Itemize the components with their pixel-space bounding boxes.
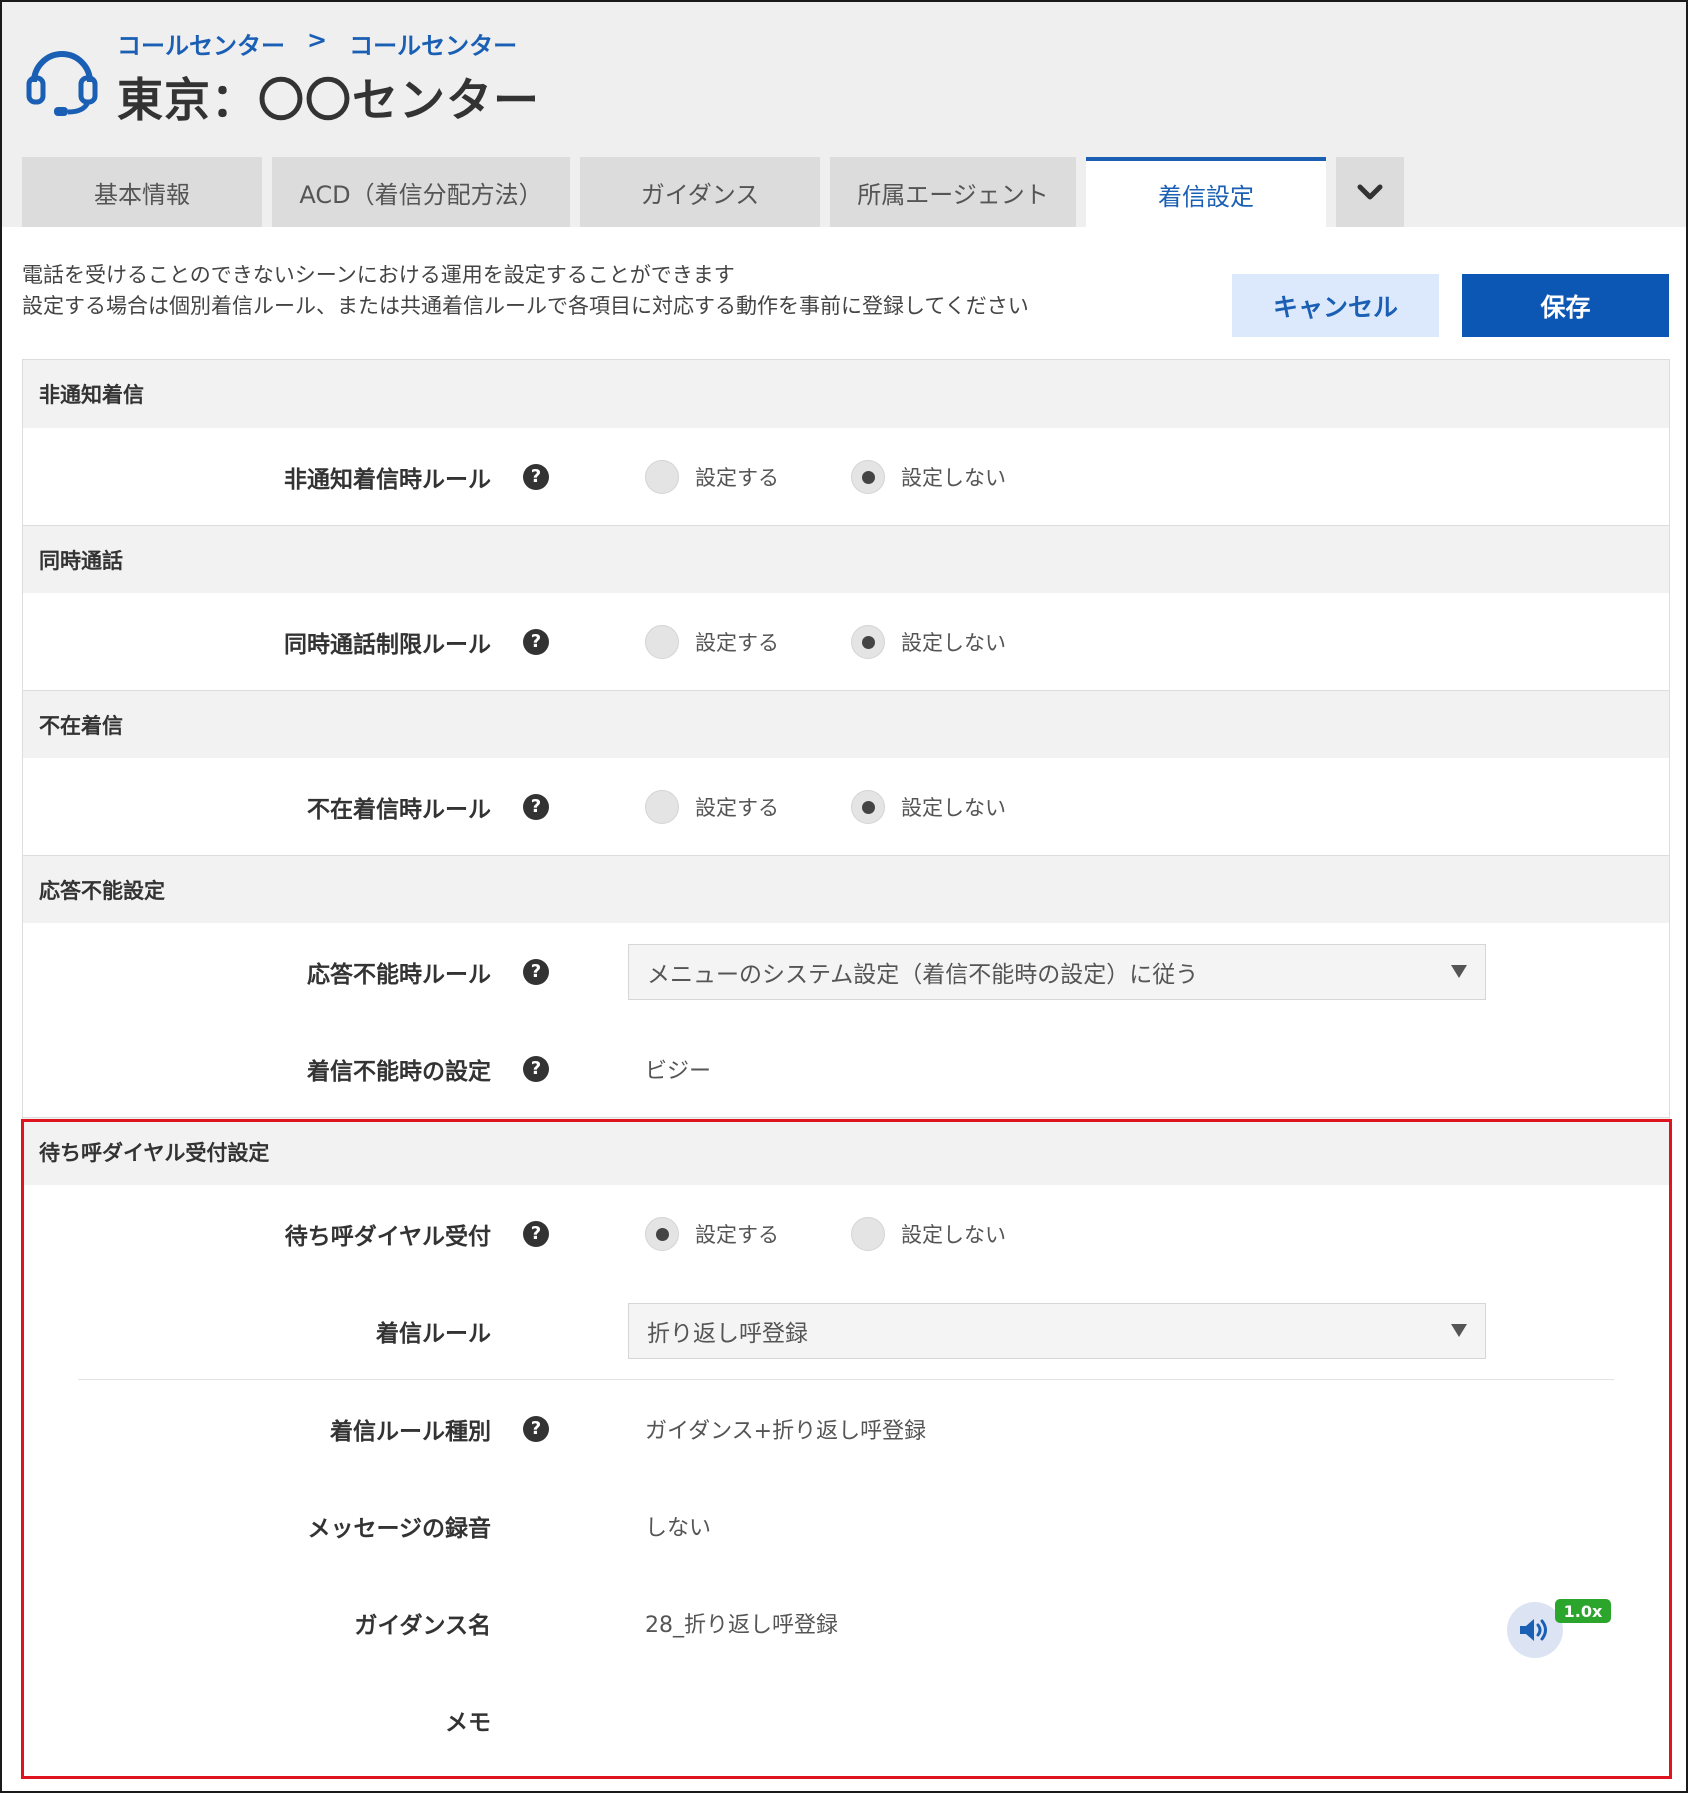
cancel-button[interactable]: キャンセル [1232, 274, 1439, 337]
tab-incoming-settings[interactable]: 着信設定 [1086, 157, 1326, 227]
row-callback-rule: 着信ルール 折り返し呼登録 [23, 1282, 1669, 1379]
page-title: 東京：〇〇センター [117, 73, 540, 127]
settings-sections: 非通知着信 非通知着信時ルール ? 設定する 設定しない 同時通話 同時通話制限… [22, 359, 1670, 1768]
select-value: メニューのシステム設定（着信不能時の設定）に従う [647, 961, 1199, 988]
radio-label: 設定しない [901, 1222, 1006, 1247]
radio-concurrent-off[interactable]: 設定しない [851, 624, 1006, 659]
row-callback-guidance: ガイダンス名 28_折り返し呼登録 [23, 1574, 1669, 1671]
unavailable-rule-label: 応答不能時ルール [307, 961, 491, 988]
headset-icon [26, 51, 98, 116]
speaker-icon [1520, 1619, 1547, 1641]
row-absent-rule: 不在着信時ルール ? 設定する 設定しない [23, 758, 1669, 855]
concurrent-rule-radio-group: 設定する 設定しない [645, 593, 1006, 690]
callback-recording-label: メッセージの録音 [307, 1515, 491, 1542]
anonymous-rule-label: 非通知着信時ルール [284, 466, 491, 493]
tab-bar: 基本情報 ACD（着信分配方法） ガイダンス 所属エージェント 着信設定 [22, 157, 1404, 227]
chevron-down-icon [1357, 184, 1383, 200]
section-title-concurrent: 同時通話 [23, 525, 1669, 593]
radio-label: 設定しない [901, 795, 1006, 820]
radio-concurrent-on[interactable]: 設定する [645, 624, 779, 659]
select-value: 折り返し呼登録 [647, 1320, 808, 1347]
help-icon[interactable]: ? [523, 958, 549, 985]
absent-rule-label: 不在着信時ルール [307, 796, 491, 823]
radio-circle [851, 1216, 885, 1251]
row-anonymous-rule: 非通知着信時ルール ? 設定する 設定しない [23, 428, 1669, 525]
callback-guidance-value: 28_折り返し呼登録 [645, 1612, 838, 1638]
radio-circle-checked [851, 789, 885, 824]
radio-absent-off[interactable]: 設定しない [851, 789, 1006, 824]
radio-label: 設定しない [901, 630, 1006, 655]
radio-circle [645, 624, 679, 659]
row-callback-type: 着信ルール種別 ? ガイダンス+折り返し呼登録 [23, 1380, 1669, 1477]
radio-circle [645, 789, 679, 824]
radio-circle-checked [851, 624, 885, 659]
breadcrumb: コールセンター > コールセンター [117, 26, 517, 61]
help-icon[interactable]: ? [523, 1415, 549, 1442]
page-header: コールセンター > コールセンター 東京：〇〇センター 基本情報 ACD（着信分… [2, 2, 1686, 227]
concurrent-rule-label: 同時通話制限ルール [284, 631, 491, 658]
section-title-absent: 不在着信 [23, 690, 1669, 758]
radio-label: 設定する [695, 630, 779, 655]
radio-anonymous-off[interactable]: 設定しない [851, 459, 1006, 494]
unavailable-setting-label: 着信不能時の設定 [307, 1058, 491, 1085]
triangle-down-icon [1451, 964, 1467, 978]
callback-accept-label: 待ち呼ダイヤル受付 [284, 1223, 491, 1250]
callback-rule-label: 着信ルール [376, 1320, 491, 1347]
absent-rule-radio-group: 設定する 設定しない [645, 758, 1006, 855]
radio-circle-checked [645, 1216, 679, 1251]
section-title-unavailable: 応答不能設定 [23, 855, 1669, 923]
radio-label: 設定する [695, 795, 779, 820]
tab-guidance[interactable]: ガイダンス [580, 157, 820, 227]
tab-basic-info[interactable]: 基本情報 [22, 157, 262, 227]
tab-acd[interactable]: ACD（着信分配方法） [272, 157, 570, 227]
unavailable-rule-select[interactable]: メニューのシステム設定（着信不能時の設定）に従う [628, 943, 1486, 1000]
row-concurrent-rule: 同時通話制限ルール ? 設定する 設定しない [23, 593, 1669, 690]
radio-callback-off[interactable]: 設定しない [851, 1216, 1006, 1251]
help-icon[interactable]: ? [523, 793, 549, 820]
description-line-1: 電話を受けることのできないシーンにおける運用を設定することができます [22, 263, 735, 287]
app-frame: コールセンター > コールセンター 東京：〇〇センター 基本情報 ACD（着信分… [0, 0, 1688, 1793]
save-button[interactable]: 保存 [1462, 274, 1669, 337]
callback-memo-label: メモ [445, 1709, 491, 1736]
callback-recording-value: しない [645, 1515, 712, 1541]
section-title-anonymous: 非通知着信 [23, 360, 1669, 428]
radio-callback-on[interactable]: 設定する [645, 1216, 779, 1251]
row-unavailable-setting: 着信不能時の設定 ? ビジー [23, 1020, 1669, 1117]
radio-label: 設定する [695, 465, 779, 490]
help-icon[interactable]: ? [523, 628, 549, 655]
radio-circle [645, 459, 679, 494]
row-unavailable-rule: 応答不能時ルール ? メニューのシステム設定（着信不能時の設定）に従う [23, 923, 1669, 1020]
help-icon[interactable]: ? [523, 1220, 549, 1247]
help-icon[interactable]: ? [523, 1055, 549, 1082]
description-line-2: 設定する場合は個別着信ルール、または共通着信ルールで各項目に対応する動作を事前に… [22, 294, 1029, 318]
breadcrumb-item-1[interactable]: コールセンター [117, 26, 285, 61]
triangle-down-icon [1451, 1323, 1467, 1337]
anonymous-rule-radio-group: 設定する 設定しない [645, 428, 1006, 525]
radio-absent-on[interactable]: 設定する [645, 789, 779, 824]
tab-more-button[interactable] [1336, 157, 1404, 227]
unavailable-setting-value: ビジー [645, 1058, 712, 1084]
radio-circle-checked [851, 459, 885, 494]
breadcrumb-item-2[interactable]: コールセンター [349, 26, 517, 61]
page-description: 電話を受けることのできないシーンにおける運用を設定することができます 設定する場… [22, 260, 1029, 322]
section-title-callback: 待ち呼ダイヤル受付設定 [23, 1117, 1669, 1185]
row-callback-recording: メッセージの録音 しない [23, 1477, 1669, 1574]
callback-type-label: 着信ルール種別 [330, 1418, 491, 1445]
row-callback-memo: メモ [23, 1671, 1669, 1768]
radio-label: 設定しない [901, 465, 1006, 490]
row-callback-accept: 待ち呼ダイヤル受付 ? 設定する 設定しない [23, 1185, 1669, 1282]
callback-rule-select[interactable]: 折り返し呼登録 [628, 1302, 1486, 1359]
radio-label: 設定する [695, 1222, 779, 1247]
breadcrumb-separator: > [307, 26, 328, 54]
callback-accept-radio-group: 設定する 設定しない [645, 1185, 1006, 1282]
radio-anonymous-on[interactable]: 設定する [645, 459, 779, 494]
tab-agents[interactable]: 所属エージェント [830, 157, 1076, 227]
help-icon[interactable]: ? [523, 463, 549, 490]
playback-speed-badge[interactable]: 1.0x [1555, 1599, 1611, 1623]
callback-guidance-label: ガイダンス名 [354, 1612, 491, 1639]
callback-type-value: ガイダンス+折り返し呼登録 [645, 1418, 927, 1444]
